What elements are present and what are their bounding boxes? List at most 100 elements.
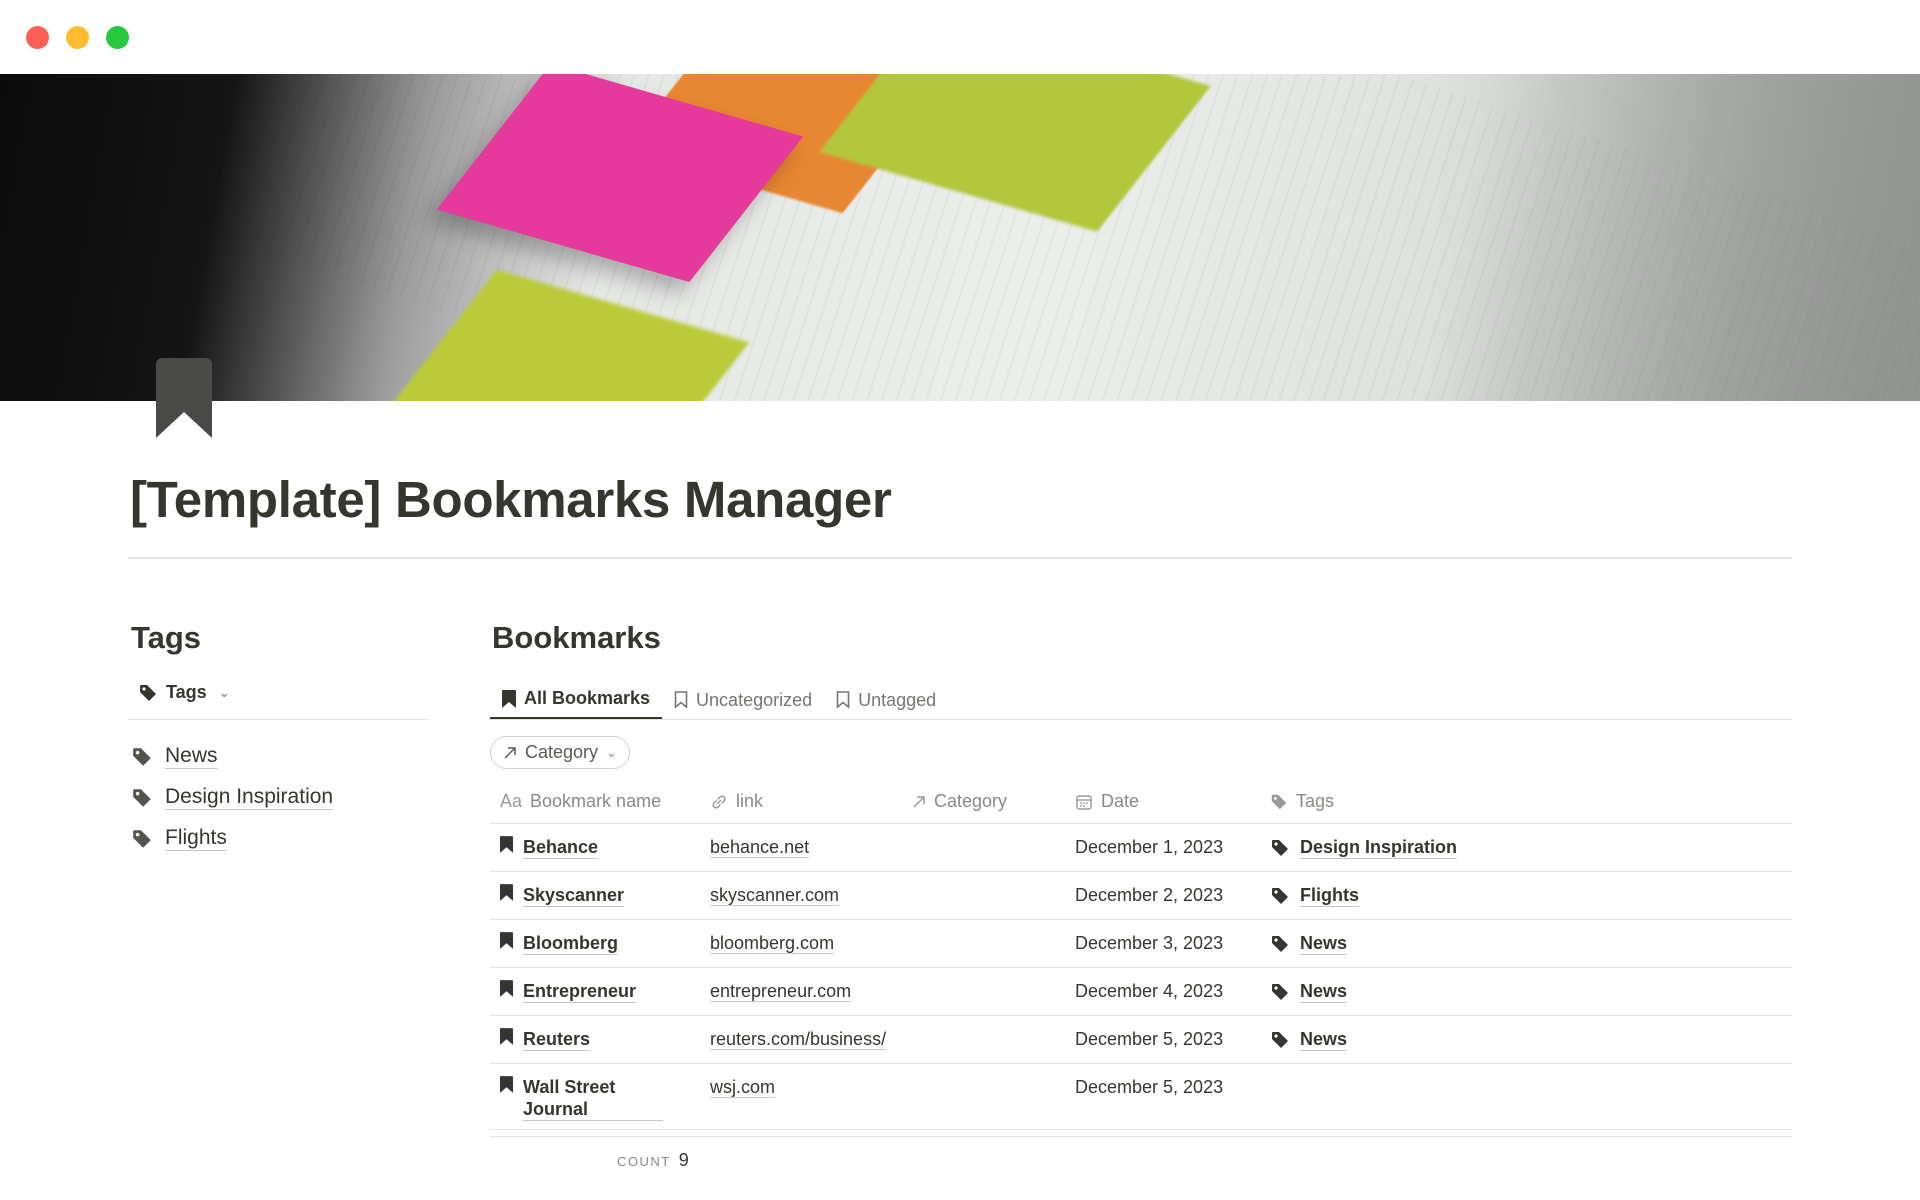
date-cell[interactable]: December 4, 2023 [1075,968,1260,1015]
bookmarks-heading: Bookmarks [492,620,661,655]
date-cell[interactable]: December 5, 2023 [1075,1064,1260,1129]
date-cell[interactable]: December 2, 2023 [1075,872,1260,919]
tag-link[interactable]: Flights [1300,884,1359,907]
cover-image[interactable] [0,74,1920,401]
link-cell[interactable]: skyscanner.com [700,872,912,919]
column-header-bookmark-name[interactable]: Aa Bookmark name [490,791,700,812]
page-bookmark-icon[interactable] [156,358,212,438]
tab-label: All Bookmarks [524,688,651,708]
tag-item-design-inspiration[interactable]: Design Inspiration [131,777,334,818]
tags-cell[interactable]: News [1260,1016,1792,1063]
category-cell[interactable] [912,968,1075,1015]
tab-uncategorized[interactable]: Uncategorized [662,680,824,720]
bookmark-name-cell[interactable]: Skyscanner [490,872,700,919]
row-count[interactable]: COUNT 9 [617,1150,689,1171]
column-header-label: link [736,791,764,811]
bookmark-name-cell[interactable]: Reuters [490,1016,700,1063]
tab-all-bookmarks[interactable]: All Bookmarks [490,680,663,720]
category-cell[interactable] [912,1016,1075,1063]
bookmark-name[interactable]: Reuters [523,1028,591,1051]
tags-cell[interactable] [1260,1064,1792,1129]
category-filter-chip[interactable]: Category ⌄ [490,736,630,769]
tag-list: News Design Inspiration Flights [131,736,334,859]
column-header-label: Date [1101,791,1140,811]
link-cell[interactable]: entrepreneur.com [700,968,912,1015]
bookmark-name-cell[interactable]: Entrepreneur [490,968,700,1015]
count-label: COUNT [617,1154,671,1169]
bookmark-link[interactable]: behance.net [710,837,810,858]
tags-view-selector[interactable]: Tags ⌄ [138,682,230,703]
column-header-date[interactable]: Date [1075,791,1260,812]
column-header-label: Bookmark name [530,791,662,811]
tag-icon [1270,1030,1290,1050]
tab-label: Uncategorized [696,689,813,710]
column-header-link[interactable]: link [700,791,912,812]
date-cell[interactable]: December 3, 2023 [1075,920,1260,967]
table-header-row: Aa Bookmark name link Category Date Tags [490,780,1792,824]
bookmark-name-cell[interactable]: Behance [490,824,700,871]
tags-cell[interactable]: News [1260,920,1792,967]
tag-link[interactable]: News [1300,1028,1348,1051]
bookmark-name-cell[interactable]: Bloomberg [490,920,700,967]
table-row[interactable]: Behance behance.net December 1, 2023 Des… [490,824,1792,872]
table-row[interactable]: Skyscanner skyscanner.com December 2, 20… [490,872,1792,920]
category-cell[interactable] [912,824,1075,871]
page-title[interactable]: [Template] Bookmarks Manager [130,470,892,529]
bookmark-link[interactable]: skyscanner.com [710,885,840,906]
bookmark-name[interactable]: Bloomberg [523,932,619,955]
tag-item-flights[interactable]: Flights [131,818,333,859]
category-cell[interactable] [912,920,1075,967]
link-cell[interactable]: behance.net [700,824,912,871]
tag-link[interactable]: News [1300,932,1348,955]
bookmark-filled-icon [500,1076,513,1093]
cover-blur-overlay [1400,74,1920,401]
tag-icon [131,746,153,768]
zoom-window-button[interactable] [106,26,129,49]
category-cell[interactable] [912,872,1075,919]
tag-icon [131,787,153,809]
column-header-category[interactable]: Category [912,791,1075,812]
bookmarks-view-tabs: All Bookmarks Uncategorized Untagged [490,680,948,720]
tag-link[interactable]: Design Inspiration [1300,836,1458,859]
tag-icon [1270,838,1290,858]
bookmark-link[interactable]: wsj.com [710,1077,776,1098]
minimize-window-button[interactable] [66,26,89,49]
bookmark-name-cell[interactable]: Wall Street Journal [490,1064,700,1129]
table-row[interactable]: Wall Street Journal wsj.com December 5, … [490,1064,1792,1130]
tag-item-label: Design Inspiration [165,785,334,810]
bookmark-name[interactable]: Behance [523,836,599,859]
bookmark-name[interactable]: Skyscanner [523,884,625,907]
tag-icon [1270,982,1290,1002]
bookmark-outline-icon [674,691,688,709]
title-divider [128,557,1792,559]
bookmark-name[interactable]: Wall Street Journal [523,1076,663,1121]
tags-cell[interactable]: Flights [1260,872,1792,919]
close-window-button[interactable] [26,26,49,49]
bookmark-link[interactable]: entrepreneur.com [710,981,852,1002]
relation-arrow-icon [503,746,517,760]
bookmark-filled-icon [500,932,513,949]
bookmark-name[interactable]: Entrepreneur [523,980,637,1003]
table-row[interactable]: Bloomberg bloomberg.com December 3, 2023… [490,920,1792,968]
table-row[interactable]: Reuters reuters.com/business/ December 5… [490,1016,1792,1064]
bookmark-link[interactable]: bloomberg.com [710,933,835,954]
tag-item-news[interactable]: News [131,736,333,777]
chevron-down-icon: ⌄ [218,684,230,700]
link-cell[interactable]: wsj.com [700,1064,912,1129]
link-cell[interactable]: bloomberg.com [700,920,912,967]
date-cell[interactable]: December 5, 2023 [1075,1016,1260,1063]
text-icon: Aa [500,791,523,811]
date-cell[interactable]: December 1, 2023 [1075,824,1260,871]
column-header-tags[interactable]: Tags [1260,791,1792,812]
bookmark-filled-icon [502,689,516,708]
column-header-label: Tags [1296,791,1335,811]
tags-cell[interactable]: Design Inspiration [1260,824,1792,871]
table-row[interactable]: Entrepreneur entrepreneur.com December 4… [490,968,1792,1016]
bookmark-filled-icon [500,836,513,853]
tag-link[interactable]: News [1300,980,1348,1003]
tab-untagged[interactable]: Untagged [824,680,948,720]
category-cell[interactable] [912,1064,1075,1129]
link-cell[interactable]: reuters.com/business/ [700,1016,912,1063]
bookmark-link[interactable]: reuters.com/business/ [710,1029,887,1050]
tags-cell[interactable]: News [1260,968,1792,1015]
